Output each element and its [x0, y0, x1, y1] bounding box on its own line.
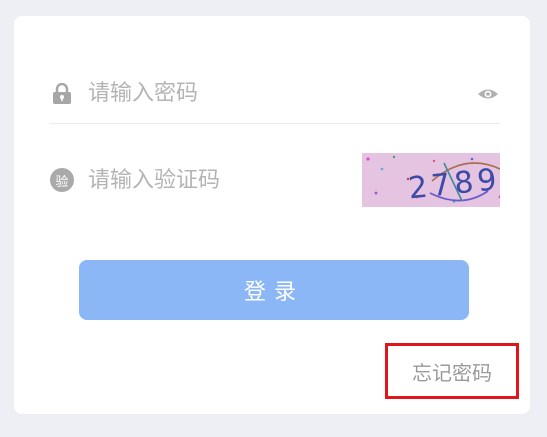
login-card: 验 请输入验证码 2789 登录 忘记密码	[14, 16, 530, 414]
captcha-text: 2789	[407, 162, 500, 206]
eye-icon[interactable]	[476, 82, 500, 106]
password-input[interactable]	[88, 81, 476, 106]
captcha-input[interactable]	[88, 167, 362, 193]
verify-badge-icon: 验	[50, 168, 74, 192]
lock-icon	[50, 82, 74, 106]
forgot-password-highlight: 忘记密码	[385, 343, 519, 399]
forgot-password-link[interactable]: 忘记密码	[412, 357, 492, 386]
captcha-image[interactable]: 2789	[362, 153, 500, 207]
verify-badge-text: 验	[50, 168, 74, 192]
captcha-row: 验 请输入验证码 2789	[50, 150, 500, 210]
password-row	[50, 64, 500, 124]
login-button[interactable]: 登录	[79, 260, 469, 320]
